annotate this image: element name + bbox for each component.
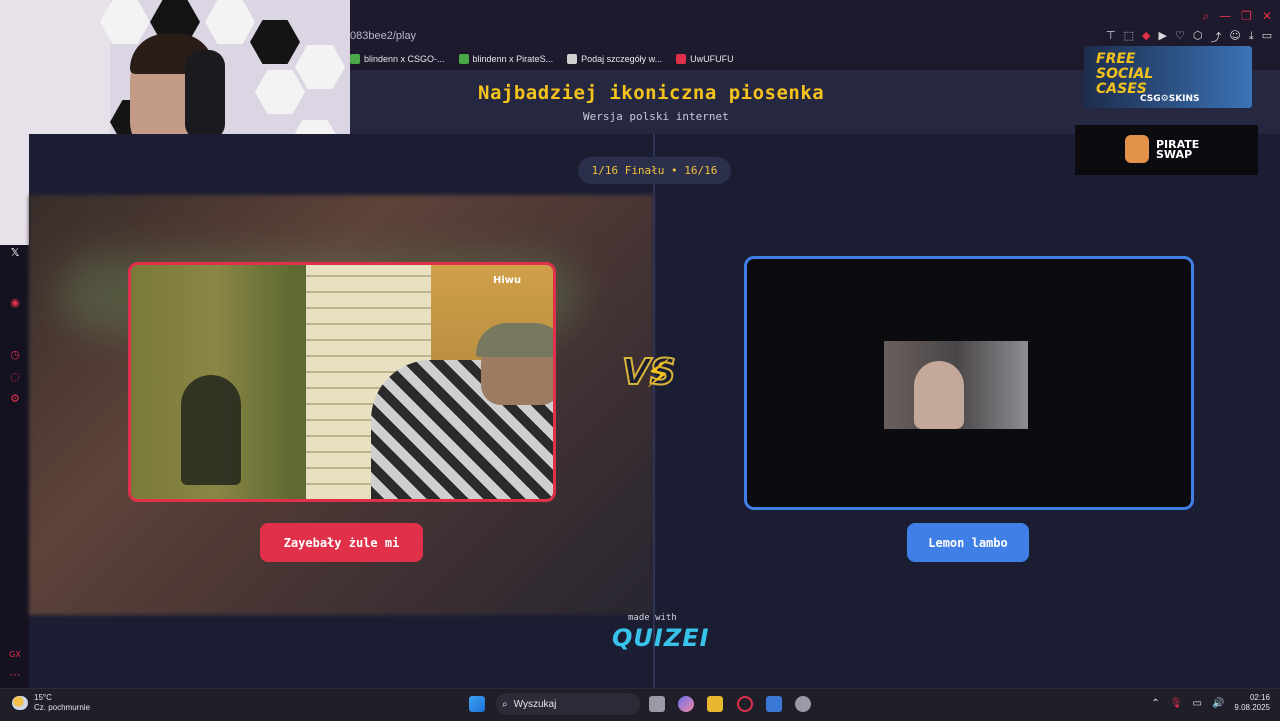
pirateswap-ad: PIRATE SWAP xyxy=(1075,125,1258,175)
video-watermark: Hiwu xyxy=(493,275,522,286)
volume-icon[interactable]: 🔊 xyxy=(1212,698,1224,709)
heart-icon[interactable]: ♡ xyxy=(1175,29,1185,45)
chevron-up-icon[interactable]: ⌃ xyxy=(1151,698,1159,709)
clock[interactable]: 02:16 9.08.2025 xyxy=(1234,693,1270,713)
search-icon: ⌕ xyxy=(502,698,508,710)
settings-icon[interactable]: ⚙ xyxy=(9,393,21,405)
ad-headline: FREE SOCIAL CASES xyxy=(1096,51,1154,97)
quizei-logo[interactable]: QUIZEI xyxy=(612,624,710,652)
weather-text: 15°C Cz. pochmurnie xyxy=(34,693,91,712)
mic-icon[interactable]: 🎙 xyxy=(1170,698,1183,709)
bookmark-favicon xyxy=(458,54,469,64)
left-video-card[interactable]: Hiwu xyxy=(128,262,556,502)
close-icon[interactable]: ✕ xyxy=(1262,9,1272,24)
minimize-icon[interactable]: — xyxy=(1219,9,1231,24)
video-thumbnail xyxy=(884,341,1028,429)
history-icon[interactable]: ◷ xyxy=(9,349,21,361)
messenger-icon[interactable]: ◌ xyxy=(9,371,21,383)
store-icon[interactable] xyxy=(766,696,782,712)
bookmark-favicon xyxy=(350,54,360,64)
screenshot-icon[interactable]: ⬚ xyxy=(1124,29,1134,45)
gx-icon[interactable]: GX xyxy=(9,649,21,661)
weather-widget[interactable]: 15°C Cz. pochmurnie xyxy=(12,693,90,713)
pirate-logo-icon xyxy=(1125,135,1149,163)
wall-hex xyxy=(250,20,300,64)
sidebar-icon[interactable]: ▭ xyxy=(1262,29,1272,45)
man-cap xyxy=(476,323,553,357)
pin-icon[interactable]: ⊤ xyxy=(1106,29,1116,45)
display-icon[interactable]: ▭ xyxy=(1193,698,1202,709)
weather-icon xyxy=(12,696,28,710)
wall-hex xyxy=(255,70,305,114)
copilot-icon[interactable] xyxy=(678,696,694,712)
more-icon[interactable]: ⋯ xyxy=(9,669,21,681)
wall-hex xyxy=(205,0,255,44)
download-icon[interactable]: ⤓ xyxy=(1249,29,1254,45)
round-indicator: 1/16 Finału • 16/16 xyxy=(578,157,731,184)
bookmark-item[interactable]: UwUFUFU xyxy=(676,54,734,64)
system-tray: ⌃ 🎙 ▭ 🔊 02:16 9.08.2025 xyxy=(1151,693,1270,713)
browser-sidebar: 𝕏 ◉ ◷ ◌ ⚙ GX ⋯ xyxy=(0,245,29,688)
right-video-card[interactable] xyxy=(744,256,1194,510)
search-icon[interactable]: ⌕ xyxy=(1202,9,1209,24)
x-icon[interactable]: 𝕏 xyxy=(9,247,21,259)
share-icon[interactable]: ⤴ xyxy=(1210,29,1221,45)
player-icon[interactable]: ◉ xyxy=(9,297,21,309)
profile-icon[interactable]: ☺ xyxy=(1229,29,1240,45)
task-view-icon[interactable] xyxy=(649,696,665,712)
extensions-icon[interactable]: ⬡ xyxy=(1193,29,1203,45)
bookmark-item[interactable]: Podaj szczegóły w... xyxy=(567,54,662,64)
choose-right-button[interactable]: Lemon lambo xyxy=(907,523,1029,562)
thumbnail-person xyxy=(914,361,964,429)
bookmark-item[interactable]: blindenn x PirateS... xyxy=(458,54,553,64)
headphones xyxy=(185,50,225,140)
restore-icon[interactable]: ❐ xyxy=(1241,9,1252,24)
opera-gx-icon[interactable] xyxy=(737,696,753,712)
browser-toolbar-icons: ⊤ ⬚ ◆ ▶ ♡ ⬡ ⤴ ☺ ⤓ ▭ ≡ xyxy=(1106,29,1280,45)
center-divider xyxy=(653,134,655,688)
page-subtitle: Wersja polski internet xyxy=(583,110,729,123)
windows-taskbar xyxy=(0,688,1280,721)
ad-brand: CSG⚙SKINS xyxy=(1140,94,1200,104)
bush xyxy=(181,375,241,485)
address-bar[interactable]: 083bee2/play xyxy=(350,30,416,42)
bookmark-favicon xyxy=(567,54,578,64)
start-icon[interactable] xyxy=(469,696,485,712)
wall-hex xyxy=(295,45,345,89)
play-icon[interactable]: ▶ xyxy=(1158,29,1166,45)
pocket-icon[interactable]: ◆ xyxy=(1142,29,1150,45)
bookmark-favicon xyxy=(676,54,687,64)
taskbar-search[interactable]: ⌕ Wyszukaj xyxy=(496,693,640,715)
bookmark-item[interactable]: blindenn x CSGO-... xyxy=(350,54,445,64)
choose-left-button[interactable]: Zayebały żule mi xyxy=(260,523,423,562)
csgoskins-ad: FREE SOCIAL CASES CSG⚙SKINS xyxy=(1084,46,1252,108)
page-title: Najbadziej ikoniczna piosenka xyxy=(478,82,825,104)
pirate-brand: PIRATE SWAP xyxy=(1156,138,1200,161)
file-explorer-icon[interactable] xyxy=(707,696,723,712)
made-with-label: made with xyxy=(628,613,677,623)
lightning-icon: ⚡ xyxy=(645,352,672,396)
window-controls: ⌕ — ❐ ✕ xyxy=(1202,9,1272,24)
app-icon[interactable] xyxy=(795,696,811,712)
